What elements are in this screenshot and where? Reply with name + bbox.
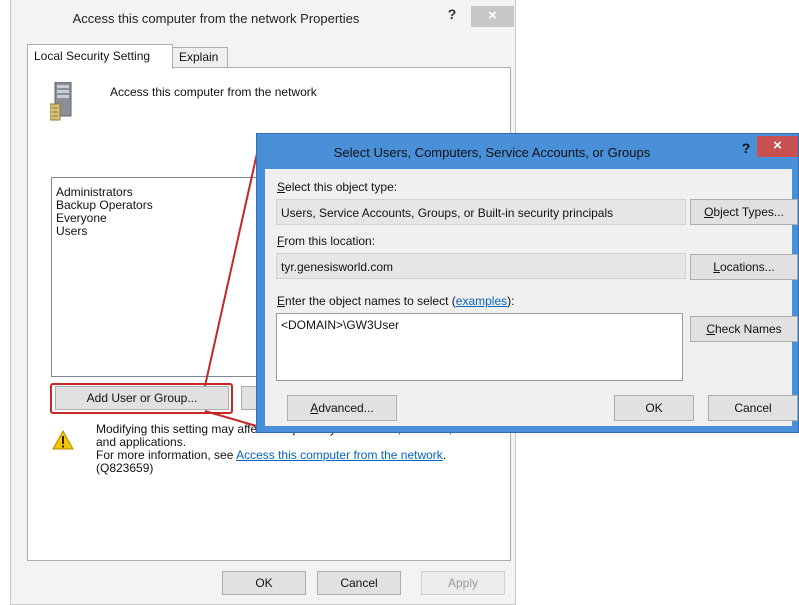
mnemonic: E: [277, 294, 286, 308]
cancel-button[interactable]: Cancel: [317, 571, 401, 595]
more-info-suffix: .: [442, 448, 447, 462]
more-info-prefix: For more information, see: [96, 448, 237, 462]
object-names-label: Enter the object names to select (exampl…: [277, 294, 514, 308]
ok-button[interactable]: OK: [614, 395, 694, 421]
members-list[interactable]: Administrators Backup Operators Everyone…: [51, 177, 291, 377]
cancel-button[interactable]: Cancel: [708, 395, 798, 421]
server-icon: [50, 82, 72, 121]
advanced-button[interactable]: Advanced...: [287, 395, 397, 421]
tab-local-security-setting[interactable]: Local Security Setting: [27, 44, 173, 69]
locations-button[interactable]: Locations...: [690, 254, 798, 280]
check-names-button[interactable]: Check Names: [690, 316, 798, 342]
policy-help-link[interactable]: Access this computer from the network: [236, 448, 443, 462]
button-label: heck Names: [714, 322, 782, 336]
select-users-title: Select Users, Computers, Service Account…: [333, 145, 651, 160]
label-text: ):: [507, 294, 515, 308]
select-users-body: Select this object type: Users, Service …: [265, 169, 798, 426]
help-icon[interactable]: ?: [442, 6, 462, 22]
label-text: rom this location:: [284, 234, 376, 248]
more-info-line: For more information, see Access this co…: [96, 449, 506, 462]
close-icon[interactable]: ×: [757, 136, 798, 157]
object-names-input[interactable]: <DOMAIN>\GW3User: [276, 313, 683, 381]
warning-icon: [52, 430, 74, 450]
button-label: dvanced...: [318, 401, 374, 415]
label-text: nter the object names to select (: [285, 294, 456, 308]
mnemonic: L: [713, 260, 720, 274]
list-item[interactable]: Users: [56, 223, 87, 239]
button-label: bject Types...: [713, 205, 784, 219]
select-users-dialog: Select Users, Computers, Service Account…: [256, 133, 799, 433]
button-label: ocations...: [719, 260, 775, 274]
label-text: elect this object type:: [285, 180, 398, 194]
location-label: From this location:: [277, 234, 375, 248]
examples-link[interactable]: examples: [456, 294, 507, 308]
close-icon[interactable]: ×: [471, 6, 514, 27]
tab-explain[interactable]: Explain: [172, 47, 228, 68]
properties-titlebar[interactable]: Access this computer from the network Pr…: [11, 0, 515, 38]
object-type-label: Select this object type:: [277, 180, 397, 194]
select-users-titlebar[interactable]: Select Users, Computers, Service Account…: [257, 134, 798, 169]
properties-title: Access this computer from the network Pr…: [72, 11, 360, 26]
apply-button[interactable]: Apply: [421, 571, 505, 595]
policy-name: Access this computer from the network: [110, 85, 317, 99]
mnemonic: S: [277, 180, 286, 194]
help-icon[interactable]: ?: [736, 140, 756, 156]
object-type-field: Users, Service Accounts, Groups, or Buil…: [276, 199, 686, 225]
location-field: tyr.genesisworld.com: [276, 253, 686, 279]
kb-reference: (Q823659): [96, 461, 154, 475]
object-types-button[interactable]: Object Types...: [690, 199, 798, 225]
highlight-annotation: [50, 383, 233, 414]
mnemonic: C: [706, 322, 715, 336]
ok-button[interactable]: OK: [222, 571, 306, 595]
